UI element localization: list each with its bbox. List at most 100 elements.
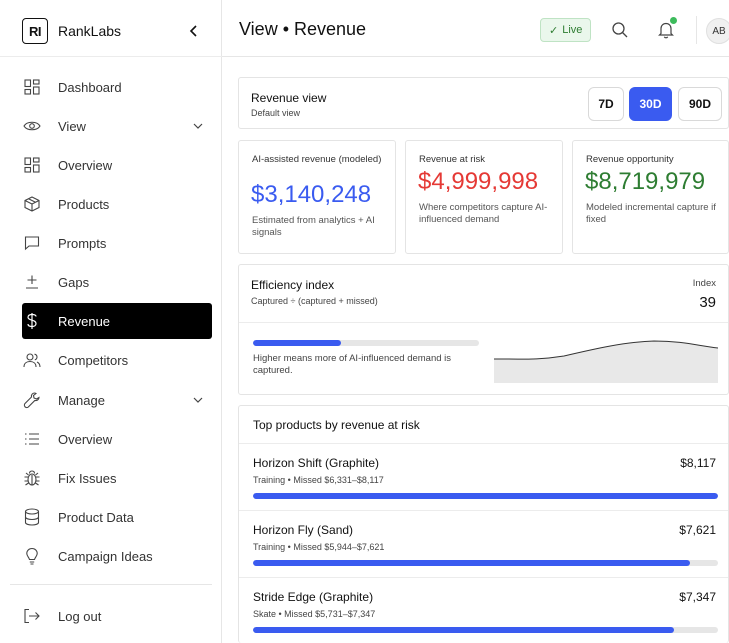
product-row[interactable]: Stride Edge (Graphite) $7,347 Skate • Mi… xyxy=(239,578,728,643)
efficiency-subtitle: Captured ÷ (captured + missed) xyxy=(251,296,378,306)
page-title: View • Revenue xyxy=(239,19,367,39)
product-amount: $7,621 xyxy=(679,523,716,537)
metric-note: Estimated from analytics + AI signals xyxy=(252,215,375,238)
avatar[interactable]: AB xyxy=(706,18,729,44)
sidebar-item-manage-overview[interactable]: Overview xyxy=(22,421,212,457)
sidebar-group-view[interactable]: View xyxy=(22,108,212,144)
product-row[interactable]: Horizon Shift (Graphite) $8,117 Training… xyxy=(239,444,728,511)
metric-value: $8,719,979 xyxy=(585,168,706,195)
database-icon xyxy=(22,507,42,527)
product-meta: Training • Missed $6,331–$8,117 xyxy=(253,475,384,485)
sidebar-item-label: Overview xyxy=(58,157,113,173)
sidebar-item-label: Gaps xyxy=(58,274,90,290)
efficiency-note: Higher means more of AI-influenced deman… xyxy=(253,353,452,376)
efficiency-index-label: Index xyxy=(692,278,716,289)
metric-value: $4,999,998 xyxy=(418,168,539,195)
product-risk-fill xyxy=(253,493,718,499)
product-meta: Training • Missed $5,944–$7,621 xyxy=(253,542,385,552)
product-row[interactable]: Horizon Fly (Sand) $7,621 Training • Mis… xyxy=(239,511,728,578)
notifications-button[interactable] xyxy=(655,17,677,41)
sidebar-item-label: Products xyxy=(58,196,110,212)
sidebar-item-competitors[interactable]: Competitors xyxy=(22,342,212,378)
revenue-view-subtitle: Default view xyxy=(251,108,301,118)
product-amount: $8,117 xyxy=(680,456,716,470)
logout-label: Log out xyxy=(58,608,102,624)
live-label: Live xyxy=(562,24,583,36)
metric-label: Revenue opportunity xyxy=(586,154,674,165)
metric-label: Revenue at risk xyxy=(419,154,486,165)
range-90d-button[interactable]: 90D xyxy=(678,87,722,121)
sidebar: RI RankLabs Dashboard View Overview Prod… xyxy=(0,0,222,643)
brand-logo: RI xyxy=(22,18,48,44)
brand[interactable]: RI RankLabs xyxy=(22,18,121,44)
metric-label: AI-assisted revenue (modeled) xyxy=(252,154,382,165)
product-risk-bar xyxy=(253,493,718,499)
bug-icon xyxy=(22,468,42,488)
sidebar-item-campaign-ideas[interactable]: Campaign Ideas xyxy=(22,538,212,574)
sidebar-item-label: Revenue xyxy=(58,313,111,329)
sidebar-item-revenue[interactable]: Revenue xyxy=(22,303,212,339)
revenue-view-title: Revenue view xyxy=(251,91,327,105)
efficiency-progress-fill xyxy=(253,340,342,346)
sidebar-item-product-data[interactable]: Product Data xyxy=(22,499,212,535)
plus-minus-icon xyxy=(22,272,42,292)
box-icon xyxy=(22,194,42,214)
grid-icon xyxy=(22,155,42,175)
search-icon xyxy=(612,22,628,38)
product-amount: $7,347 xyxy=(679,590,716,604)
list-icon xyxy=(22,429,42,449)
sidebar-item-overview[interactable]: Overview xyxy=(22,147,212,183)
sidebar-item-label: Overview xyxy=(58,431,113,447)
efficiency-sparkline xyxy=(494,340,718,383)
product-risk-fill xyxy=(253,627,674,633)
message-icon xyxy=(22,233,42,253)
check-icon: ✓ xyxy=(549,24,559,37)
divider xyxy=(696,16,697,44)
grid-icon xyxy=(22,77,42,97)
divider xyxy=(239,322,728,323)
sidebar-item-label: Fix Issues xyxy=(58,470,117,486)
collapse-sidebar-button[interactable] xyxy=(184,20,204,42)
product-meta: Skate • Missed $5,731–$7,347 xyxy=(253,609,376,619)
revenue-view-card: Revenue view Default view 7D 30D 90D xyxy=(238,77,729,129)
top-products-title: Top products by revenue at risk xyxy=(253,418,420,432)
top-header: View • Revenue ✓ Live AB xyxy=(222,0,729,57)
product-name: Stride Edge (Graphite) xyxy=(253,590,374,604)
metric-card-revenue-opportunity: Revenue opportunity $8,719,979 Modeled i… xyxy=(572,140,729,254)
chevron-left-icon xyxy=(189,25,197,37)
sidebar-item-label: Manage xyxy=(58,392,105,408)
chevron-down-icon xyxy=(193,123,203,129)
efficiency-index-card: Efficiency index Captured ÷ (captured + … xyxy=(238,264,729,395)
sidebar-item-label: Dashboard xyxy=(58,79,122,95)
range-7d-button[interactable]: 7D xyxy=(588,87,624,121)
brand-name: RankLabs xyxy=(58,23,122,39)
sidebar-item-prompts[interactable]: Prompts xyxy=(22,225,212,261)
sidebar-item-label: Competitors xyxy=(58,352,129,368)
dollar-icon xyxy=(22,311,42,331)
sidebar-group-manage[interactable]: Manage xyxy=(22,382,212,418)
logout-icon xyxy=(22,606,42,626)
users-icon xyxy=(22,350,42,370)
sidebar-item-dashboard[interactable]: Dashboard xyxy=(22,69,212,105)
range-30d-button[interactable]: 30D xyxy=(629,87,672,121)
wrench-icon xyxy=(22,390,42,410)
live-status-badge: ✓ Live xyxy=(540,18,592,42)
metric-note: Modeled incremental capture if fixed xyxy=(586,202,716,225)
sidebar-item-label: Product Data xyxy=(58,509,134,525)
product-risk-bar xyxy=(253,560,718,566)
efficiency-index-value: 39 xyxy=(699,294,716,311)
metric-card-revenue-at-risk: Revenue at risk $4,999,998 Where competi… xyxy=(405,140,563,254)
chevron-down-icon xyxy=(193,397,203,403)
eye-icon xyxy=(22,116,42,136)
logout-button[interactable]: Log out xyxy=(22,598,212,634)
sidebar-item-products[interactable]: Products xyxy=(22,186,212,222)
efficiency-title: Efficiency index xyxy=(251,278,335,292)
sidebar-item-label: View xyxy=(58,118,86,134)
sidebar-item-fix-issues[interactable]: Fix Issues xyxy=(22,460,212,496)
search-button[interactable] xyxy=(609,19,631,41)
product-risk-fill xyxy=(253,560,691,566)
metric-value: $3,140,248 xyxy=(251,181,372,208)
sidebar-item-gaps[interactable]: Gaps xyxy=(22,264,212,300)
sidebar-item-label: Prompts xyxy=(58,235,107,251)
sidebar-item-label: Campaign Ideas xyxy=(58,548,153,564)
